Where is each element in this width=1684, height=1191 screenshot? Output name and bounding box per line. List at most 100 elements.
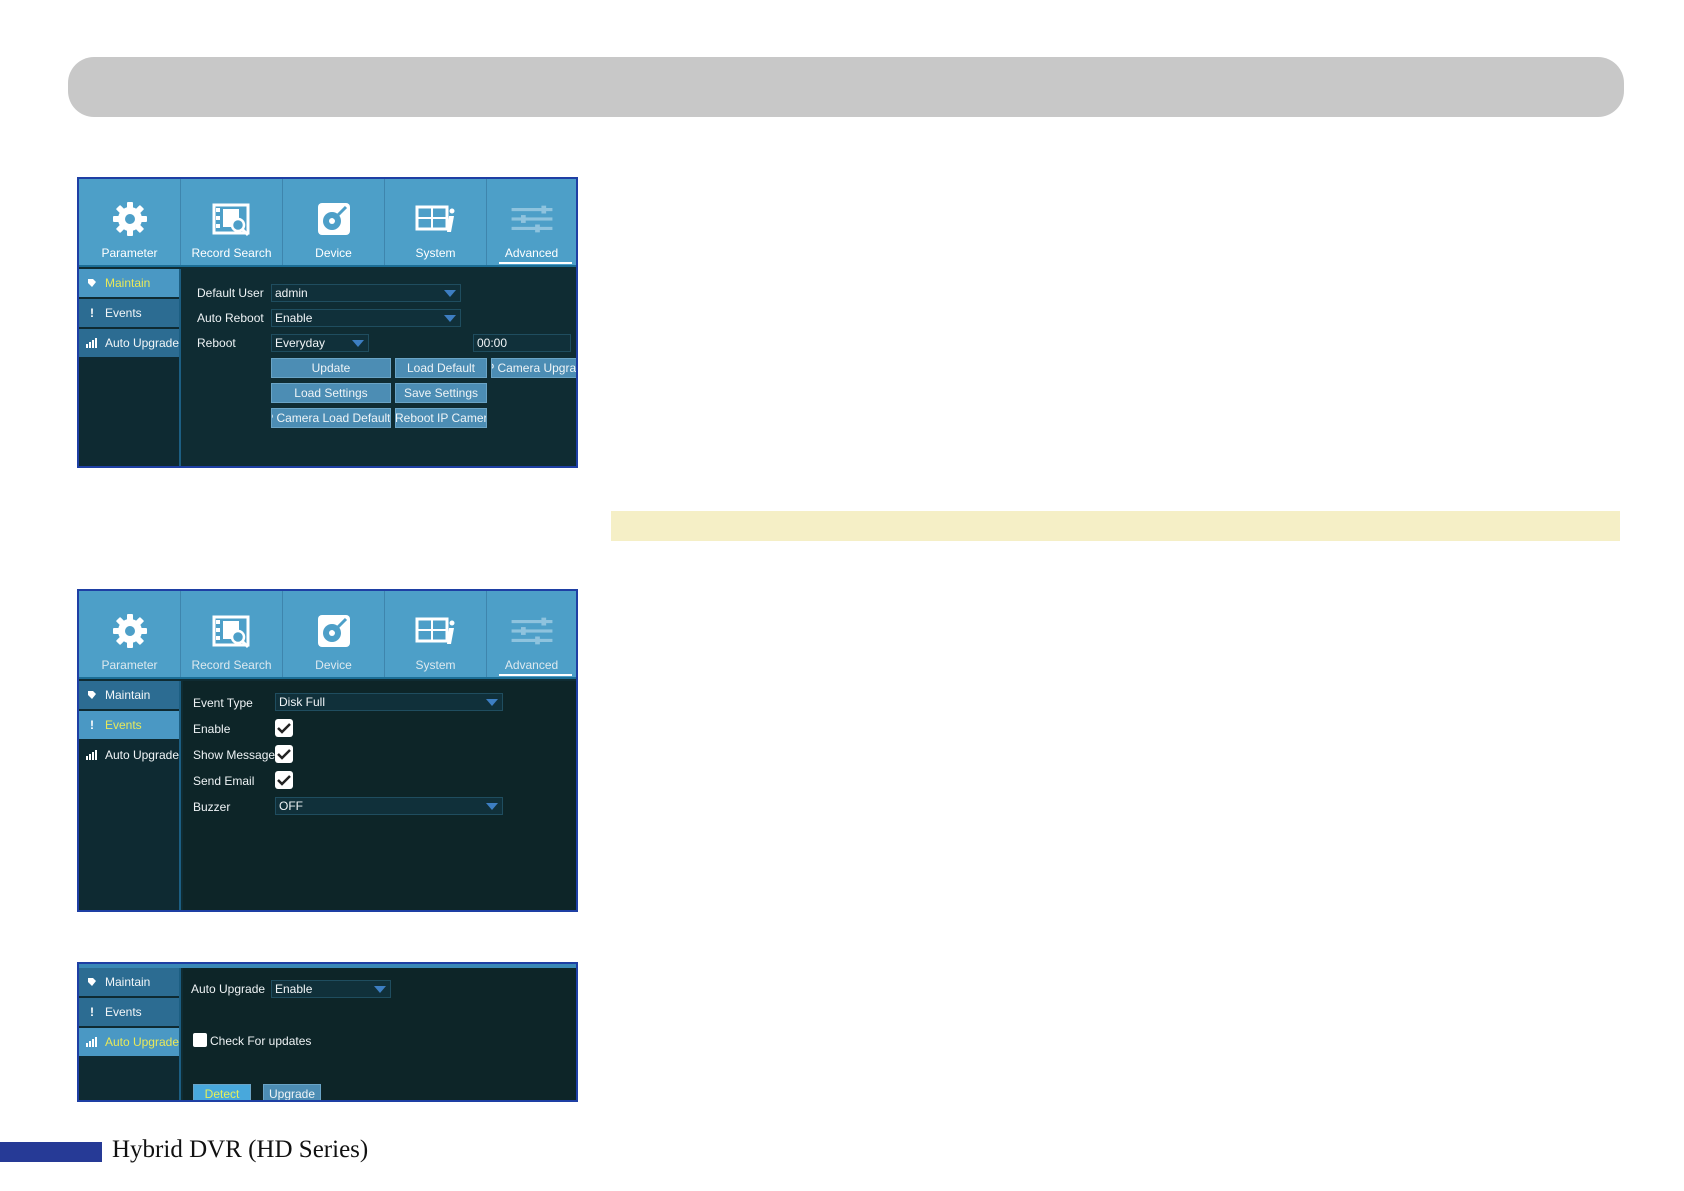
reboot-frequency-select[interactable]: Everyday xyxy=(271,334,369,352)
buzzer-value: OFF xyxy=(279,799,303,813)
maintain-icon xyxy=(85,977,99,987)
send-email-checkbox[interactable] xyxy=(275,771,293,789)
maintain-icon xyxy=(85,690,99,700)
chevron-down-icon xyxy=(444,290,456,297)
reboot-time-input[interactable]: 00:00 xyxy=(473,334,571,352)
tab-label: Parameter xyxy=(101,246,158,260)
sidebar-item-label: Maintain xyxy=(105,688,151,702)
tab-record-search[interactable]: Record Search xyxy=(181,591,283,677)
default-user-label: Default User xyxy=(197,286,264,300)
chevron-down-icon xyxy=(374,986,386,993)
auto-reboot-label: Auto Reboot xyxy=(197,311,264,325)
header-bar xyxy=(68,57,1624,117)
auto-upgrade-select[interactable]: Enable xyxy=(271,980,391,998)
sidebar-item-auto-upgrade[interactable]: Auto Upgrade xyxy=(79,741,179,769)
events-content: Event Type Disk Full Enable Show Message… xyxy=(183,681,576,910)
reboot-ip-camera-label: Reboot IP Camera xyxy=(395,411,487,425)
tab-label: Advanced xyxy=(504,658,559,672)
chevron-down-icon xyxy=(352,340,364,347)
reboot-ip-camera-button[interactable]: Reboot IP Camera xyxy=(395,408,487,428)
checkmark-icon xyxy=(277,775,291,786)
sidebar-item-label: Events xyxy=(105,718,142,732)
sidebar-item-events[interactable]: ! Events xyxy=(79,711,179,739)
tab-label: Record Search xyxy=(191,246,272,260)
film-search-icon xyxy=(212,203,249,237)
reboot-time-value: 00:00 xyxy=(477,336,508,350)
tab-label: Record Search xyxy=(191,658,272,672)
enable-checkbox[interactable] xyxy=(275,719,293,737)
auto-reboot-select[interactable]: Enable xyxy=(271,309,461,327)
upgrade-button[interactable]: Upgrade xyxy=(263,1084,321,1100)
auto-reboot-value: Enable xyxy=(275,311,313,325)
auto-upgrade-panel: Maintain ! Events Auto Upgrade Auto Upgr… xyxy=(77,962,578,1102)
disk-icon xyxy=(317,203,350,235)
chevron-down-icon xyxy=(486,803,498,810)
buzzer-label: Buzzer xyxy=(193,800,231,814)
maintain-icon xyxy=(85,278,99,288)
sliders-icon xyxy=(511,205,552,233)
save-settings-button[interactable]: Save Settings xyxy=(395,383,487,403)
events-panel: Parameter Record Search Device System Ad… xyxy=(77,589,578,912)
main-tab-bar: Parameter Record Search Device System Ad… xyxy=(79,179,576,267)
tab-label: Parameter xyxy=(101,658,158,672)
sidebar-item-maintain[interactable]: Maintain xyxy=(79,681,179,709)
enable-label: Enable xyxy=(193,722,231,736)
sidebar-item-maintain[interactable]: Maintain xyxy=(79,269,179,297)
sidebar-item-events[interactable]: ! Events xyxy=(79,998,179,1026)
load-default-button[interactable]: Load Default xyxy=(395,358,487,378)
gear-icon xyxy=(112,202,147,236)
film-search-icon xyxy=(212,615,249,649)
note-bar xyxy=(611,511,1620,541)
auto-upgrade-value: Enable xyxy=(275,982,313,996)
send-email-label: Send Email xyxy=(193,774,255,788)
ip-camera-upgrade-button[interactable]: IP Camera Upgrade xyxy=(491,358,577,378)
sidebar: Maintain ! Events Auto Upgrade xyxy=(79,269,181,466)
system-info-icon xyxy=(415,205,454,232)
check-for-updates-checkbox[interactable] xyxy=(193,1033,207,1047)
exclamation-icon: ! xyxy=(90,306,94,320)
active-tab-indicator xyxy=(499,674,572,676)
load-settings-button[interactable]: Load Settings xyxy=(271,383,391,403)
auto-upgrade-content: Auto Upgrade Enable Check For updates De… xyxy=(183,968,576,1100)
buzzer-select[interactable]: OFF xyxy=(275,797,503,815)
sidebar: Maintain ! Events Auto Upgrade xyxy=(79,968,181,1100)
exclamation-icon: ! xyxy=(90,1005,94,1019)
disk-icon xyxy=(317,615,350,647)
tab-system[interactable]: System xyxy=(385,179,487,265)
tab-record-search[interactable]: Record Search xyxy=(181,179,283,265)
sidebar-item-label: Events xyxy=(105,306,142,320)
sidebar-item-maintain[interactable]: Maintain xyxy=(79,968,179,996)
exclamation-icon: ! xyxy=(90,718,94,732)
tab-advanced[interactable]: Advanced xyxy=(487,179,576,265)
reboot-frequency-value: Everyday xyxy=(275,336,326,350)
maintain-content: Default User admin Auto Reboot Enable Re… xyxy=(183,269,576,466)
show-message-label: Show Message xyxy=(193,748,276,762)
footer-accent-block xyxy=(0,1142,102,1162)
sidebar: Maintain ! Events Auto Upgrade xyxy=(79,681,181,910)
tab-advanced[interactable]: Advanced xyxy=(487,591,576,677)
checkmark-icon xyxy=(277,723,291,734)
tab-device[interactable]: Device xyxy=(283,179,385,265)
tab-parameter[interactable]: Parameter xyxy=(79,179,181,265)
show-message-checkbox[interactable] xyxy=(275,745,293,763)
system-info-icon xyxy=(415,617,454,644)
tab-label: Device xyxy=(315,658,352,672)
ip-camera-load-default-label: IP Camera Load Default xyxy=(271,411,391,425)
ip-camera-upgrade-label: IP Camera Upgrade xyxy=(492,361,577,375)
sidebar-item-auto-upgrade[interactable]: Auto Upgrade xyxy=(79,1028,179,1056)
detect-button[interactable]: Detect xyxy=(193,1084,251,1100)
event-type-label: Event Type xyxy=(193,696,253,710)
ip-camera-load-default-button[interactable]: IP Camera Load Default xyxy=(271,408,391,428)
tab-parameter[interactable]: Parameter xyxy=(79,591,181,677)
tab-system[interactable]: System xyxy=(385,591,487,677)
sidebar-item-auto-upgrade[interactable]: Auto Upgrade xyxy=(79,329,179,357)
sidebar-item-label: Auto Upgrade xyxy=(104,748,179,762)
default-user-select[interactable]: admin xyxy=(271,284,461,302)
tab-label: System xyxy=(415,246,456,260)
tab-device[interactable]: Device xyxy=(283,591,385,677)
update-button[interactable]: Update xyxy=(271,358,391,378)
sidebar-item-events[interactable]: ! Events xyxy=(79,299,179,327)
event-type-select[interactable]: Disk Full xyxy=(275,693,503,711)
sliders-icon xyxy=(511,617,552,645)
sidebar-item-label: Auto Upgrade xyxy=(104,336,179,350)
